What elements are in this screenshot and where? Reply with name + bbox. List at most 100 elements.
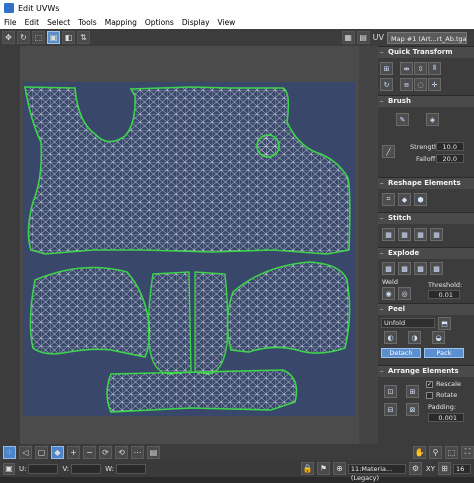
ring-select-icon[interactable]: ⟲ xyxy=(115,445,128,459)
texture-map-dropdown[interactable]: Map #1 (Art...rt_Ab.tga) xyxy=(387,32,467,44)
pack-together-icon[interactable]: ⊞ xyxy=(406,385,419,398)
tension-brush-icon[interactable]: ╱ xyxy=(382,145,395,158)
pack-button[interactable]: Pack xyxy=(424,348,464,358)
quick-peel-icon[interactable]: ◐ xyxy=(384,331,397,344)
edge-loop-icon[interactable]: ⋯ xyxy=(131,445,144,459)
space-horizontal-icon[interactable]: ⦀ xyxy=(428,62,441,75)
freeform-icon[interactable]: ▣ xyxy=(47,31,60,44)
pin-icon[interactable]: ⚑ xyxy=(316,462,330,475)
mirror-icon[interactable]: ◧ xyxy=(62,31,75,44)
weld-selected-icon[interactable]: ◉ xyxy=(382,287,395,300)
break-icon[interactable]: ▩ xyxy=(430,262,443,275)
rollout-stitch[interactable]: Stitch xyxy=(378,212,474,224)
rollout-brush[interactable]: Brush xyxy=(378,95,474,107)
padding-spinner[interactable]: 0.001 xyxy=(428,413,464,422)
pack-custom-icon[interactable]: ⊡ xyxy=(384,385,397,398)
break-by-smoothing-icon[interactable]: ▩ xyxy=(398,262,411,275)
rollout-reshape-elements[interactable]: Reshape Elements xyxy=(378,177,474,189)
rollout-peel[interactable]: Peel xyxy=(378,303,474,315)
app-icon xyxy=(4,3,14,13)
filter-icon[interactable]: ⚙ xyxy=(408,462,422,475)
weld-label: Weld xyxy=(382,278,398,286)
stitch-custom-icon[interactable]: ▦ xyxy=(430,228,443,241)
w-coordinate-field[interactable] xyxy=(115,463,146,474)
align-horizontal-icon[interactable]: ⇹ xyxy=(400,62,413,75)
pack-normalize-icon[interactable]: ⊟ xyxy=(384,403,397,416)
falloff-spinner[interactable]: 20.0 xyxy=(436,154,464,163)
menu-select[interactable]: Select xyxy=(43,18,74,27)
peel-icon[interactable]: ◑ xyxy=(408,331,421,344)
loop-select-icon[interactable]: ⟳ xyxy=(99,445,112,459)
break-by-polygon-icon[interactable]: ▩ xyxy=(382,262,395,275)
rescale-checkbox[interactable]: ✓ xyxy=(426,381,433,388)
straighten-selection-icon[interactable]: ⌗ xyxy=(382,193,395,206)
stitch-average-icon[interactable]: ▦ xyxy=(398,228,411,241)
rescale-elements-icon[interactable]: ⊠ xyxy=(406,403,419,416)
reshape-body: ⌗ ◆ ⬢ xyxy=(378,189,474,212)
peel-mode-icon[interactable]: ⬒ xyxy=(438,317,451,330)
detach-button[interactable]: Detach xyxy=(381,348,421,358)
u-coordinate-field[interactable] xyxy=(28,463,59,474)
relax-brush-icon[interactable]: ◈ xyxy=(426,113,439,126)
stitch-to-source-icon[interactable]: ▦ xyxy=(414,228,427,241)
xy-axis-label[interactable]: XY xyxy=(426,465,435,473)
select-by-element-icon[interactable]: ▤ xyxy=(147,445,160,459)
scale-icon[interactable]: ⬚ xyxy=(32,31,45,44)
edge-mode-icon[interactable]: ◁ xyxy=(19,445,32,459)
rotate-checkbox[interactable] xyxy=(426,392,433,399)
rotate-uv-icon[interactable]: ↻ xyxy=(380,78,393,91)
checker-icon[interactable]: ▦ xyxy=(341,31,355,44)
show-hidden-icon[interactable]: ⊕ xyxy=(332,462,346,475)
break-by-material-icon[interactable]: ▩ xyxy=(414,262,427,275)
rotate-icon[interactable]: ↻ xyxy=(17,31,30,44)
brush-body: ✎ ◈ ╱ Strength: 10.0 Falloff: 20.0 xyxy=(378,107,474,177)
relax-cube-icon[interactable]: ⬢ xyxy=(414,193,427,206)
grid-size-field[interactable]: 16 xyxy=(453,463,471,474)
uv-editor-canvas[interactable] xyxy=(20,46,359,444)
align-vertical-icon[interactable]: ⇳ xyxy=(414,62,427,75)
panel-scroll-strip[interactable] xyxy=(359,46,378,444)
menu-file[interactable]: File xyxy=(0,18,21,27)
lock-icon[interactable]: 🔒 xyxy=(300,462,314,475)
strength-spinner[interactable]: 10.0 xyxy=(436,142,464,151)
menu-view[interactable]: View xyxy=(214,18,240,27)
shrink-selection-icon[interactable]: − xyxy=(83,445,96,459)
uv-space-square[interactable] xyxy=(23,82,355,416)
stitch-to-target-icon[interactable]: ▦ xyxy=(382,228,395,241)
peel-mode-dropdown[interactable]: Unfold xyxy=(381,318,435,328)
set-pivot-icon[interactable]: ✛ xyxy=(428,78,441,91)
uv-island-right-sleeve xyxy=(226,261,351,354)
menu-options[interactable]: Options xyxy=(141,18,178,27)
zoom-icon[interactable]: ⚲ xyxy=(429,445,442,459)
menu-display[interactable]: Display xyxy=(178,18,214,27)
threshold-spinner[interactable]: 0.01 xyxy=(428,290,460,299)
material-id-dropdown[interactable]: 11:Materia...(Legacy) xyxy=(347,463,406,482)
show-map-icon[interactable]: ▤ xyxy=(356,31,370,44)
zoom-extents-icon[interactable]: ⛶ xyxy=(461,445,474,459)
straighten-icon[interactable]: ≡ xyxy=(400,78,413,91)
reset-peel-icon[interactable]: ◒ xyxy=(432,331,445,344)
paint-brush-icon[interactable]: ✎ xyxy=(396,113,409,126)
menu-tools[interactable]: Tools xyxy=(74,18,100,27)
menu-edit[interactable]: Edit xyxy=(21,18,44,27)
vertex-mode-icon[interactable]: ⁘ xyxy=(3,445,16,459)
target-weld-icon[interactable]: ◎ xyxy=(398,287,411,300)
relax-until-flat-icon[interactable]: ◆ xyxy=(398,193,411,206)
polygon-mode-icon[interactable]: ▢ xyxy=(35,445,48,459)
relax-icon[interactable]: ◌ xyxy=(414,78,427,91)
flip-icon[interactable]: ⇅ xyxy=(77,31,90,44)
grid-snap-icon[interactable]: ⊞ xyxy=(438,462,451,475)
element-mode-icon[interactable]: ◆ xyxy=(51,445,64,459)
lock-selection-icon[interactable]: ▣ xyxy=(3,462,15,475)
v-coordinate-field[interactable] xyxy=(71,463,102,474)
rollout-explode[interactable]: Explode xyxy=(378,247,474,259)
move-icon[interactable]: ✥ xyxy=(2,31,15,44)
align-to-edge-icon[interactable]: ⊞ xyxy=(380,62,393,75)
zoom-region-icon[interactable]: ⬚ xyxy=(445,445,458,459)
pan-icon[interactable]: ✋ xyxy=(413,445,426,459)
rollout-arrange-elements[interactable]: Arrange Elements xyxy=(378,365,474,377)
menu-mapping[interactable]: Mapping xyxy=(101,18,141,27)
rescale-label: Rescale xyxy=(436,380,461,388)
rollout-quick-transform[interactable]: Quick Transform xyxy=(378,46,474,58)
grow-selection-icon[interactable]: + xyxy=(67,445,80,459)
